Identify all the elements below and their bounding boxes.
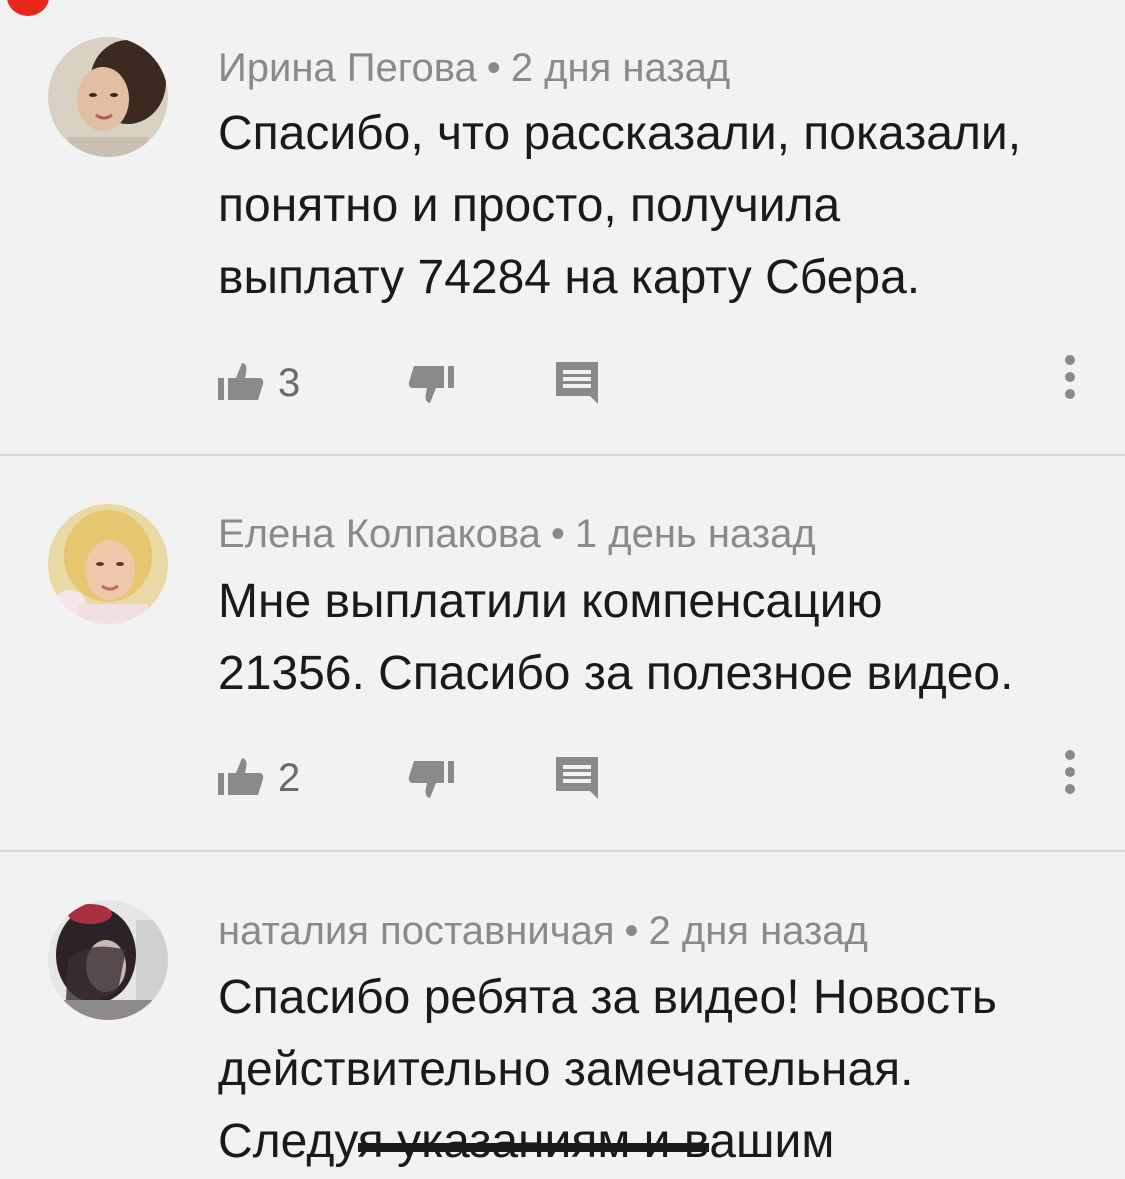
reply-button[interactable] — [556, 358, 598, 408]
struck-through-text: я указаниям и в — [357, 1115, 710, 1168]
comment-meta: наталия поставничая • 2 дня назад — [218, 911, 868, 951]
comment-text-line: Следуя указаниям и вашим — [218, 1106, 1098, 1178]
timestamp[interactable]: 1 день назад — [575, 512, 816, 556]
more-vertical-icon — [1065, 750, 1075, 794]
comment-text: Спасибо, что рассказали, показали, понят… — [218, 98, 1098, 314]
avatar[interactable] — [48, 504, 168, 624]
dislike-button[interactable] — [408, 358, 454, 408]
timestamp[interactable]: 2 дня назад — [511, 46, 730, 90]
comment-text-line: 21356. Спасибо за полезное видео. — [218, 647, 1014, 700]
comment-divider — [0, 850, 1125, 852]
comment-text-line: Спасибо, что рассказали, показали, — [218, 107, 1022, 160]
avatar[interactable] — [48, 37, 168, 157]
thumbs-down-icon — [408, 761, 454, 798]
comment-text-line: Спасибо ребята за видео! Новость — [218, 971, 997, 1024]
comment-text-fragment: Следу — [218, 1115, 358, 1168]
thumbs-down-icon — [408, 366, 454, 403]
author-name[interactable]: Ирина Пегова — [218, 46, 477, 90]
reply-comment-icon — [556, 362, 598, 404]
comment-text-line: выплату 74284 на карту Сбера. — [218, 251, 921, 304]
timestamp[interactable]: 2 дня назад — [649, 909, 868, 953]
like-button[interactable]: 2 — [218, 753, 300, 803]
avatar[interactable] — [48, 900, 168, 1020]
thumbs-up-icon — [218, 758, 264, 795]
comment-text: Мне выплатили компенсацию 21356. Спасибо… — [218, 566, 1098, 710]
thumbs-up-icon — [218, 363, 264, 400]
comment-divider — [0, 454, 1125, 456]
reply-button[interactable] — [556, 753, 598, 803]
meta-separator: • — [624, 909, 639, 953]
comment-meta: Елена Колпакова • 1 день назад — [218, 514, 816, 554]
comment-text-fragment: ашим — [709, 1115, 835, 1168]
more-vertical-icon — [1065, 355, 1075, 399]
meta-separator: • — [486, 46, 501, 90]
more-options-button[interactable] — [1058, 747, 1082, 797]
meta-separator: • — [550, 512, 565, 556]
dislike-button[interactable] — [408, 753, 454, 803]
reply-comment-icon — [556, 757, 598, 799]
notification-dot — [7, 0, 49, 16]
like-count: 2 — [278, 755, 301, 800]
comment-actions: 3 — [218, 355, 1098, 408]
comment-text: Спасибо ребята за видео! Новость действи… — [218, 962, 1098, 1178]
author-name[interactable]: Елена Колпакова — [218, 512, 541, 556]
author-name[interactable]: наталия поставничая — [218, 909, 614, 953]
comment-text-line: действительно замечательная. — [218, 1043, 914, 1096]
more-options-button[interactable] — [1058, 352, 1082, 402]
comment-meta: Ирина Пегова • 2 дня назад — [218, 48, 730, 88]
comment-text-line: Мне выплатили компенсацию — [218, 575, 883, 628]
like-count: 3 — [278, 360, 301, 405]
comment-text-line: понятно и просто, получила — [218, 179, 841, 232]
like-button[interactable]: 3 — [218, 358, 300, 408]
comment-actions: 2 — [218, 750, 1098, 803]
